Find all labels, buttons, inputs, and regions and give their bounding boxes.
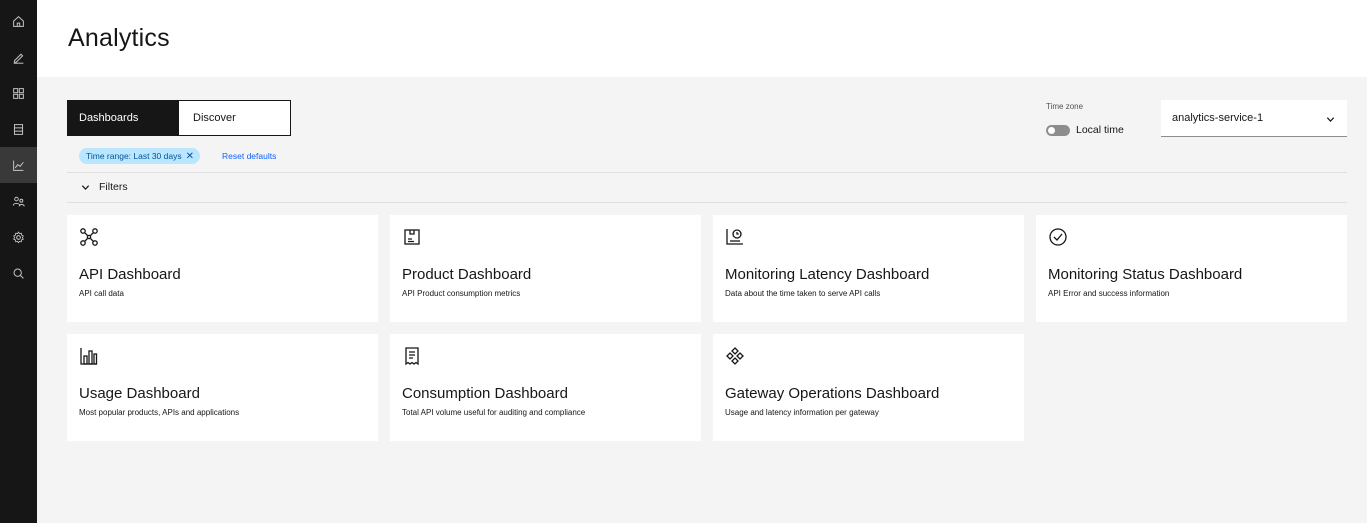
view-switcher: Dashboards Discover	[67, 100, 291, 136]
reset-defaults-link[interactable]: Reset defaults	[222, 151, 276, 161]
dashboards-tab[interactable]: Dashboards	[68, 101, 179, 135]
filters-label: Filters	[99, 181, 128, 193]
settings-icon	[13, 230, 24, 243]
product-box-icon	[402, 227, 422, 247]
gateway-operations-dashboard-card[interactable]: Gateway Operations Dashboard Usage and l…	[713, 334, 1024, 441]
checkmark-circle-icon	[1048, 227, 1068, 247]
local-time-toggle[interactable]	[1046, 125, 1070, 136]
close-icon[interactable]: ✕	[186, 151, 194, 162]
page-header: Analytics	[37, 0, 1367, 77]
rail-item-users[interactable]	[0, 183, 37, 219]
rail-item-home[interactable]	[0, 3, 37, 39]
divider	[67, 172, 1347, 173]
apps-icon	[13, 87, 24, 99]
timezone-label: Time zone	[1046, 102, 1084, 111]
latency-chart-icon	[725, 227, 745, 247]
bar-chart-icon	[79, 346, 99, 366]
page-title: Analytics	[68, 24, 170, 52]
edit-icon	[13, 53, 24, 64]
card-title: API Dashboard	[79, 266, 181, 283]
monitoring-status-dashboard-card[interactable]: Monitoring Status Dashboard API Error an…	[1036, 215, 1347, 322]
filters-toggle[interactable]: Filters	[81, 181, 128, 193]
users-icon	[12, 196, 25, 206]
api-dashboard-card[interactable]: API Dashboard API call data	[67, 215, 378, 322]
product-dashboard-card[interactable]: Product Dashboard API Product consumptio…	[390, 215, 701, 322]
analytics-icon	[13, 160, 24, 171]
rail-item-analytics[interactable]	[0, 147, 37, 183]
card-title: Consumption Dashboard	[402, 385, 568, 402]
side-rail	[0, 0, 37, 523]
api-network-icon	[79, 227, 99, 247]
main-content: Dashboards Discover Time range: Last 30 …	[37, 77, 1367, 523]
chevron-down-icon	[81, 184, 90, 190]
card-title: Usage Dashboard	[79, 385, 200, 402]
search-icon	[13, 268, 24, 279]
rail-item-search[interactable]	[0, 255, 37, 291]
local-time-label: Local time	[1076, 124, 1124, 136]
card-description: Most popular products, APIs and applicat…	[79, 408, 240, 417]
catalog-icon	[13, 123, 24, 135]
rail-item-edit[interactable]	[0, 39, 37, 75]
time-range-tag-label: Time range: Last 30 days	[86, 151, 182, 161]
home-icon	[13, 15, 24, 27]
card-description: Data about the time taken to serve API c…	[725, 289, 881, 298]
rail-item-catalog[interactable]	[0, 111, 37, 147]
rail-item-settings[interactable]	[0, 219, 37, 255]
card-title: Monitoring Status Dashboard	[1048, 266, 1243, 283]
service-select-value: analytics-service-1	[1172, 112, 1264, 124]
card-title: Gateway Operations Dashboard	[725, 385, 940, 402]
rail-item-apps[interactable]	[0, 75, 37, 111]
chevron-down-icon	[1326, 117, 1335, 123]
card-description: API call data	[79, 289, 124, 298]
discover-tab[interactable]: Discover	[179, 101, 290, 135]
card-description: Total API volume useful for auditing and…	[402, 408, 586, 417]
card-description: API Error and success information	[1048, 289, 1170, 298]
card-description: API Product consumption metrics	[402, 289, 521, 298]
gateway-icon	[725, 346, 745, 366]
service-select[interactable]: analytics-service-1	[1161, 100, 1347, 137]
receipt-icon	[402, 346, 422, 366]
usage-dashboard-card[interactable]: Usage Dashboard Most popular products, A…	[67, 334, 378, 441]
card-title: Monitoring Latency Dashboard	[725, 266, 930, 283]
consumption-dashboard-card[interactable]: Consumption Dashboard Total API volume u…	[390, 334, 701, 441]
card-description: Usage and latency information per gatewa…	[725, 408, 879, 417]
monitoring-latency-dashboard-card[interactable]: Monitoring Latency Dashboard Data about …	[713, 215, 1024, 322]
card-title: Product Dashboard	[402, 266, 532, 283]
divider	[67, 202, 1347, 203]
time-range-tag: Time range: Last 30 days ✕	[79, 148, 200, 164]
toggle-knob	[1048, 127, 1055, 134]
